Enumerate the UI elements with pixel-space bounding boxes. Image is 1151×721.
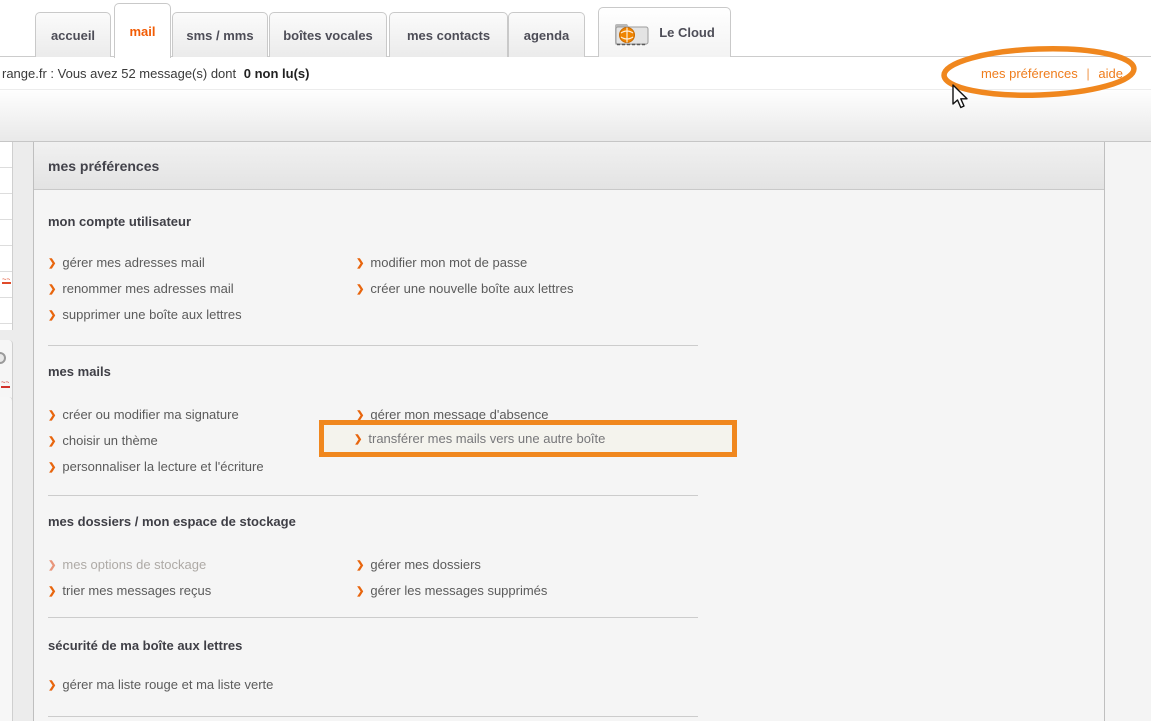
chevron-bullet-icon: ❯ bbox=[48, 410, 56, 421]
section-heading-mails: mes mails bbox=[48, 364, 111, 379]
right-gutter bbox=[1105, 142, 1151, 721]
mailbox-status-text: range.fr : Vous avez 52 message(s) dont … bbox=[2, 66, 309, 81]
unread-count: 0 non lu(s) bbox=[240, 66, 310, 81]
tab-accueil[interactable]: accueil bbox=[35, 12, 111, 57]
link-modifier-mot-de-passe[interactable]: ❯ modifier mon mot de passe bbox=[356, 250, 573, 276]
chevron-bullet-icon: ❯ bbox=[48, 680, 56, 691]
sidebar-clipped-folder-list: ~~ bbox=[0, 142, 13, 330]
link-label: gérer mes adresses mail bbox=[62, 255, 204, 270]
tab-label: boîtes vocales bbox=[283, 28, 373, 43]
link-label: renommer mes adresses mail bbox=[62, 281, 233, 296]
section-dossiers-right-column: ❯ gérer mes dossiers ❯ gérer les messages … bbox=[356, 552, 547, 604]
link-liste-rouge-verte[interactable]: ❯ gérer ma liste rouge et ma liste verte bbox=[48, 672, 273, 698]
sidebar-circle-icon bbox=[0, 352, 6, 364]
section-divider bbox=[48, 345, 698, 346]
link-label: gérer ma liste rouge et ma liste verte bbox=[62, 677, 273, 692]
link-label: mes options de stockage bbox=[62, 557, 206, 572]
chevron-bullet-icon: ❯ bbox=[48, 560, 56, 571]
section-dossiers-left-column: ❯ mes options de stockage ❯ trier mes mess… bbox=[48, 552, 211, 604]
tab-label: mes contacts bbox=[407, 28, 490, 43]
link-label: créer une nouvelle boîte aux lettres bbox=[370, 281, 573, 296]
status-prefix: range.fr : Vous avez 52 message(s) dont bbox=[2, 66, 236, 81]
tab-boites-vocales[interactable]: boîtes vocales bbox=[269, 12, 387, 57]
annotation-rectangle: ❯ transférer mes mails vers une autre boî… bbox=[319, 420, 737, 457]
section-compte-left-column: ❯ gérer mes adresses mail ❯ renommer mes a… bbox=[48, 250, 242, 328]
section-mails-left-column: ❯ créer ou modifier ma signature ❯ choisir… bbox=[48, 402, 264, 480]
tab-mail[interactable]: mail bbox=[114, 3, 171, 58]
chevron-bullet-icon: ❯ bbox=[354, 434, 362, 445]
section-securite-left-column: ❯ gérer ma liste rouge et ma liste verte bbox=[48, 672, 273, 698]
tab-agenda[interactable]: agenda bbox=[508, 12, 585, 57]
content-area: ~~ ~~ mes préférences mon compte utilisa… bbox=[0, 142, 1151, 721]
section-divider bbox=[48, 716, 698, 717]
panel-header: mes préférences bbox=[34, 142, 1104, 190]
link-creer-signature[interactable]: ❯ créer ou modifier ma signature bbox=[48, 402, 264, 428]
link-renommer-adresses-mail[interactable]: ❯ renommer mes adresses mail bbox=[48, 276, 242, 302]
section-divider bbox=[48, 495, 698, 496]
tab-label: sms / mms bbox=[186, 28, 253, 43]
chevron-bullet-icon: ❯ bbox=[356, 586, 364, 597]
link-messages-supprimes[interactable]: ❯ gérer les messages supprimés bbox=[356, 578, 547, 604]
link-label: personnaliser la lecture et l'écriture bbox=[62, 459, 263, 474]
link-options-stockage[interactable]: ❯ mes options de stockage bbox=[48, 552, 211, 578]
chevron-bullet-icon: ❯ bbox=[48, 586, 56, 597]
sidebar-red-underline-fragment bbox=[1, 386, 10, 388]
tab-le-cloud[interactable]: Le Cloud bbox=[598, 7, 731, 57]
chevron-bullet-icon: ❯ bbox=[356, 560, 364, 571]
section-divider bbox=[48, 617, 698, 618]
link-choisir-theme[interactable]: ❯ choisir un thème bbox=[48, 428, 264, 454]
link-label: trier mes messages reçus bbox=[62, 583, 211, 598]
preferences-link[interactable]: mes préférences bbox=[981, 66, 1078, 81]
link-label: transférer mes mails vers une autre boît… bbox=[368, 431, 605, 446]
link-label: gérer les messages supprimés bbox=[370, 583, 547, 598]
status-band: range.fr : Vous avez 52 message(s) dont … bbox=[0, 57, 1151, 90]
section-heading-compte: mon compte utilisateur bbox=[48, 214, 191, 229]
sidebar-clipped-panel bbox=[0, 397, 13, 721]
chevron-bullet-icon: ❯ bbox=[356, 258, 364, 269]
sidebar-red-underline-fragment bbox=[2, 282, 11, 284]
link-gerer-adresses-mail[interactable]: ❯ gérer mes adresses mail bbox=[48, 250, 242, 276]
cloud-folder-globe-icon bbox=[614, 18, 651, 47]
tab-label: agenda bbox=[524, 28, 570, 43]
chevron-bullet-icon: ❯ bbox=[48, 462, 56, 473]
link-label: modifier mon mot de passe bbox=[370, 255, 527, 270]
header-gradient-band bbox=[0, 90, 1151, 142]
chevron-bullet-icon: ❯ bbox=[48, 436, 56, 447]
tab-label: Le Cloud bbox=[659, 25, 715, 40]
chevron-bullet-icon: ❯ bbox=[48, 310, 56, 321]
link-trier-messages[interactable]: ❯ trier mes messages reçus bbox=[48, 578, 211, 604]
tab-bar: accueil mail sms / mms boîtes vocales me… bbox=[0, 0, 1151, 57]
link-label: supprimer une boîte aux lettres bbox=[62, 307, 241, 322]
link-personnaliser-lecture[interactable]: ❯ personnaliser la lecture et l'écriture bbox=[48, 454, 264, 480]
tab-label: accueil bbox=[51, 28, 95, 43]
link-supprimer-boite[interactable]: ❯ supprimer une boîte aux lettres bbox=[48, 302, 242, 328]
link-label: créer ou modifier ma signature bbox=[62, 407, 238, 422]
sidebar-red-text-fragment: ~~ bbox=[1, 378, 9, 384]
link-separator: | bbox=[1081, 66, 1094, 81]
chevron-bullet-icon: ❯ bbox=[48, 284, 56, 295]
link-transferer-mails[interactable]: ❯ transférer mes mails vers une autre boî… bbox=[324, 425, 732, 452]
tab-mes-contacts[interactable]: mes contacts bbox=[389, 12, 508, 57]
section-heading-securite: sécurité de ma boîte aux lettres bbox=[48, 638, 242, 653]
section-compte-right-column: ❯ modifier mon mot de passe ❯ créer une no… bbox=[356, 250, 573, 302]
link-label: gérer mes dossiers bbox=[370, 557, 481, 572]
header-quick-links: mes préférences | aide bbox=[981, 66, 1123, 81]
page-title: mes préférences bbox=[48, 158, 159, 174]
chevron-bullet-icon: ❯ bbox=[48, 258, 56, 269]
section-heading-dossiers: mes dossiers / mon espace de stockage bbox=[48, 514, 296, 529]
tab-sms-mms[interactable]: sms / mms bbox=[172, 12, 268, 57]
link-label: choisir un thème bbox=[62, 433, 157, 448]
tab-label: mail bbox=[129, 24, 155, 39]
chevron-bullet-icon: ❯ bbox=[356, 284, 364, 295]
link-creer-nouvelle-boite[interactable]: ❯ créer une nouvelle boîte aux lettres bbox=[356, 276, 573, 302]
link-gerer-dossiers[interactable]: ❯ gérer mes dossiers bbox=[356, 552, 547, 578]
sidebar-red-text-fragment: ~~ bbox=[2, 275, 10, 280]
help-link[interactable]: aide bbox=[1098, 66, 1123, 81]
preferences-panel: mes préférences mon compte utilisateur ❯… bbox=[33, 142, 1105, 721]
